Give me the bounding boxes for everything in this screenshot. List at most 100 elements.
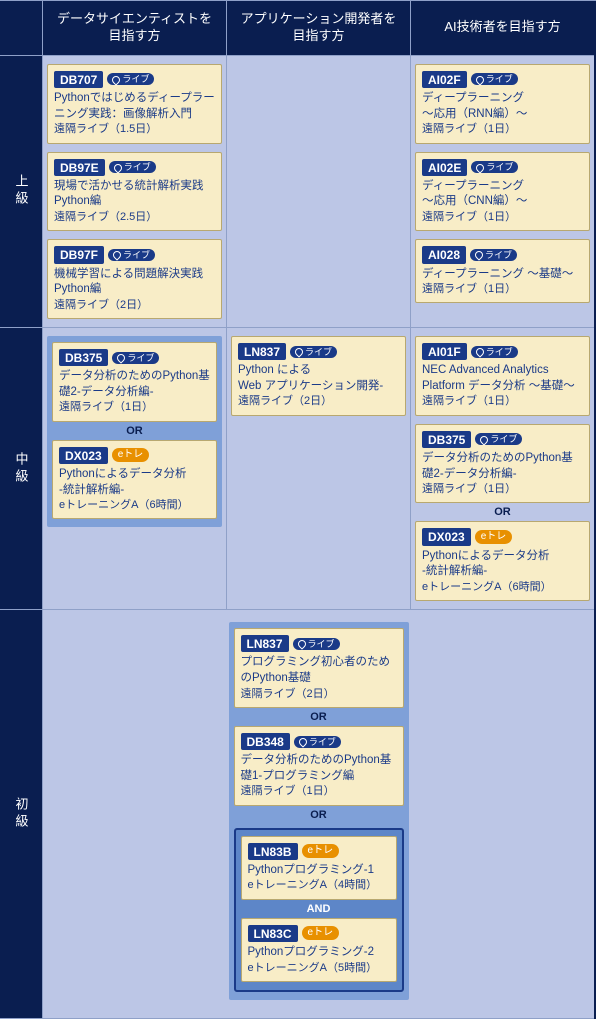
course-title: NEC Advanced Analytics Platform データ分析 ～基… — [422, 363, 583, 394]
course-card[interactable]: LN83B eトレ Pythonプログラミング-1 eトレーニングA（4時間） — [241, 836, 397, 900]
etrain-badge-icon: eトレ — [302, 844, 340, 858]
course-sub: 遠隔ライブ（1日） — [59, 400, 210, 414]
level-label-intermediate: 中級 — [0, 328, 42, 610]
column-header-ds: データサイエンティストを 目指す方 — [42, 1, 226, 56]
course-sub: 遠隔ライブ（2.5日） — [54, 210, 215, 224]
course-code: AI028 — [422, 246, 466, 263]
course-sub: 遠隔ライブ（1日） — [422, 282, 583, 296]
live-badge-icon: ライブ — [294, 736, 341, 748]
beginner-group: LN837 ライブ プログラミング初心者のためのPython基礎 遠隔ライブ（2… — [229, 622, 409, 1000]
cell-beginner-span: LN837 ライブ プログラミング初心者のためのPython基礎 遠隔ライブ（2… — [42, 610, 594, 1019]
live-badge-icon: ライブ — [471, 346, 518, 358]
cell-advanced-ai: AI02F ライブ ディープラーニング ～応用（RNN編）～ 遠隔ライブ（1日）… — [410, 56, 594, 328]
course-title: 機械学習による問題解決実践 Python編 — [54, 267, 215, 298]
course-title: Pythonによるデータ分析 -統計解析編- — [59, 467, 210, 498]
course-title: Python による Web アプリケーション開発- — [238, 363, 399, 394]
course-card[interactable]: DB375 ライブ データ分析のためのPython基礎2-データ分析編- 遠隔ラ… — [52, 342, 217, 422]
etrain-badge-icon: eトレ — [112, 448, 150, 462]
course-code: LN83C — [248, 925, 298, 942]
live-badge-icon: ライブ — [470, 249, 517, 261]
course-sub: 遠隔ライブ（1日） — [422, 482, 583, 496]
course-title: ディープラーニング ～応用（RNN編）～ — [422, 91, 583, 122]
connector-and: AND — [241, 900, 397, 918]
connector-or: OR — [234, 806, 404, 824]
course-card[interactable]: DB97E ライブ 現場で活かせる統計解析実践 Python編 遠隔ライブ（2.… — [47, 152, 222, 232]
live-badge-icon: ライブ — [108, 249, 155, 261]
course-title: Pythonではじめるディープラーニング実践：画像解析入門 — [54, 91, 215, 122]
column-header-ai: AI技術者を目指す方 — [410, 1, 594, 56]
course-sub: eトレーニングA（4時間） — [248, 878, 390, 892]
course-card[interactable]: LN837 ライブ Python による Web アプリケーション開発- 遠隔ラ… — [231, 336, 406, 416]
course-code: LN837 — [241, 635, 289, 652]
live-badge-icon: ライブ — [290, 346, 337, 358]
connector-or: OR — [415, 503, 590, 521]
course-card[interactable]: LN837 ライブ プログラミング初心者のためのPython基礎 遠隔ライブ（2… — [234, 628, 404, 708]
cell-intermediate-app: LN837 ライブ Python による Web アプリケーション開発- 遠隔ラ… — [226, 328, 410, 610]
course-card[interactable]: DB348 ライブ データ分析のためのPython基礎1-プログラミング編 遠隔… — [234, 726, 404, 806]
course-sub: 遠隔ライブ（2日） — [241, 687, 397, 701]
connector-or: OR — [52, 422, 217, 440]
cell-intermediate-ds: DB375 ライブ データ分析のためのPython基礎2-データ分析編- 遠隔ラ… — [42, 328, 226, 610]
column-header-app: アプリケーション開発者を 目指す方 — [226, 1, 410, 56]
live-badge-icon: ライブ — [293, 638, 340, 650]
course-sub: 遠隔ライブ（2日） — [54, 298, 215, 312]
etrain-badge-icon: eトレ — [475, 530, 513, 544]
cell-intermediate-ai: AI01F ライブ NEC Advanced Analytics Platfor… — [410, 328, 594, 610]
or-group: DB375 ライブ データ分析のためのPython基礎2-データ分析編- 遠隔ラ… — [47, 336, 222, 527]
cell-advanced-app-empty — [226, 56, 410, 328]
course-sub: eトレーニングA（6時間） — [59, 498, 210, 512]
course-code: DX023 — [59, 447, 108, 464]
course-card[interactable]: DB375 ライブ データ分析のためのPython基礎2-データ分析編- 遠隔ラ… — [415, 424, 590, 504]
course-sub: eトレーニングA（5時間） — [248, 961, 390, 975]
header-corner — [0, 1, 42, 56]
course-card[interactable]: AI01F ライブ NEC Advanced Analytics Platfor… — [415, 336, 590, 416]
course-title: ディープラーニング ～応用（CNN編）～ — [422, 179, 583, 210]
course-title: プログラミング初心者のためのPython基礎 — [241, 655, 397, 686]
live-badge-icon: ライブ — [475, 433, 522, 445]
course-card[interactable]: LN83C eトレ Pythonプログラミング-2 eトレーニングA（5時間） — [241, 918, 397, 982]
live-badge-icon: ライブ — [471, 73, 518, 85]
course-code: DB97E — [54, 159, 105, 176]
course-card[interactable]: AI02F ライブ ディープラーニング ～応用（RNN編）～ 遠隔ライブ（1日） — [415, 64, 590, 144]
course-sub: 遠隔ライブ（1日） — [422, 394, 583, 408]
course-sub: eトレーニングA（6時間） — [422, 580, 583, 594]
course-code: AI02F — [422, 71, 467, 88]
cell-advanced-ds: DB707 ライブ Pythonではじめるディープラーニング実践：画像解析入門 … — [42, 56, 226, 328]
course-card[interactable]: DX023 eトレ Pythonによるデータ分析 -統計解析編- eトレーニング… — [415, 521, 590, 601]
live-badge-icon: ライブ — [112, 352, 159, 364]
course-sub: 遠隔ライブ（2日） — [238, 394, 399, 408]
course-sub: 遠隔ライブ（1日） — [241, 784, 397, 798]
course-title: データ分析のためのPython基礎2-データ分析編- — [422, 451, 583, 482]
live-badge-icon: ライブ — [107, 73, 154, 85]
course-code: DB97F — [54, 246, 104, 263]
course-code: LN837 — [238, 343, 286, 360]
course-code: AI02E — [422, 159, 467, 176]
course-code: DB375 — [59, 349, 108, 366]
training-path-grid: データサイエンティストを 目指す方 アプリケーション開発者を 目指す方 AI技術… — [0, 0, 596, 1019]
course-title: データ分析のためのPython基礎1-プログラミング編 — [241, 753, 397, 784]
course-card[interactable]: AI02E ライブ ディープラーニング ～応用（CNN編）～ 遠隔ライブ（1日） — [415, 152, 590, 232]
course-code: DB707 — [54, 71, 103, 88]
live-badge-icon: ライブ — [109, 161, 156, 173]
course-sub: 遠隔ライブ（1日） — [422, 122, 583, 136]
course-title: Pythonプログラミング-1 — [248, 863, 390, 879]
course-sub: 遠隔ライブ（1.5日） — [54, 122, 215, 136]
course-code: DB375 — [422, 431, 471, 448]
course-title: データ分析のためのPython基礎2-データ分析編- — [59, 369, 210, 400]
course-sub: 遠隔ライブ（1日） — [422, 210, 583, 224]
course-card[interactable]: DX023 eトレ Pythonによるデータ分析 -統計解析編- eトレーニング… — [52, 440, 217, 520]
course-code: DB348 — [241, 733, 290, 750]
level-label-beginner: 初級 — [0, 610, 42, 1019]
live-badge-icon: ライブ — [471, 161, 518, 173]
level-label-advanced: 上級 — [0, 56, 42, 328]
connector-or: OR — [234, 708, 404, 726]
course-title: 現場で活かせる統計解析実践 Python編 — [54, 179, 215, 210]
etrain-badge-icon: eトレ — [302, 926, 340, 940]
course-code: DX023 — [422, 528, 471, 545]
course-title: ディープラーニング ～基礎～ — [422, 267, 583, 283]
course-card[interactable]: AI028 ライブ ディープラーニング ～基礎～ 遠隔ライブ（1日） — [415, 239, 590, 303]
course-card[interactable]: DB707 ライブ Pythonではじめるディープラーニング実践：画像解析入門 … — [47, 64, 222, 144]
course-code: LN83B — [248, 843, 298, 860]
course-card[interactable]: DB97F ライブ 機械学習による問題解決実践 Python編 遠隔ライブ（2日… — [47, 239, 222, 319]
course-code: AI01F — [422, 343, 467, 360]
